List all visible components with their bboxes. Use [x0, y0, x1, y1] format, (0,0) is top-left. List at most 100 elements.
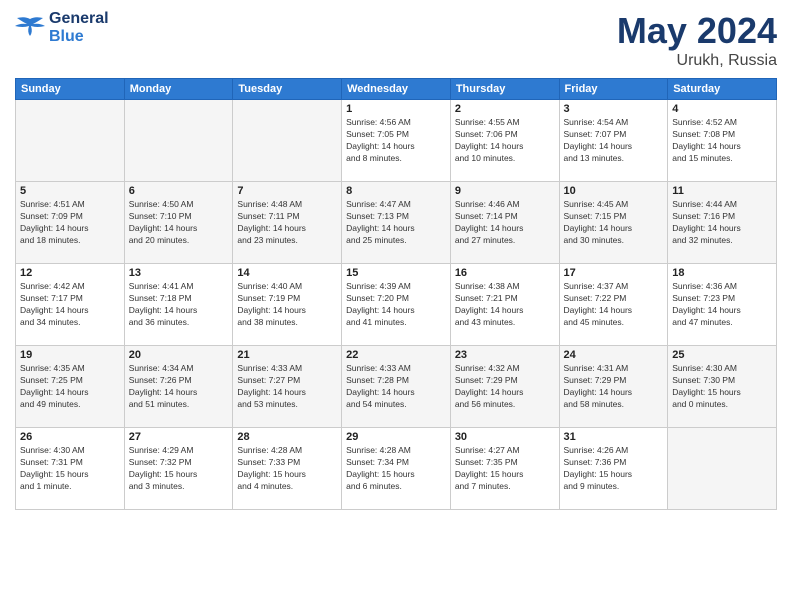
day-number: 1 — [346, 103, 446, 115]
day-number: 2 — [455, 103, 555, 115]
cell-info: Sunrise: 4:32 AM Sunset: 7:29 PM Dayligh… — [455, 363, 555, 411]
day-number: 24 — [564, 349, 664, 361]
cell-info: Sunrise: 4:39 AM Sunset: 7:20 PM Dayligh… — [346, 281, 446, 329]
calendar-cell: 9 Sunrise: 4:46 AM Sunset: 7:14 PM Daylig… — [450, 182, 559, 264]
day-number: 13 — [129, 267, 229, 279]
cell-info: Sunrise: 4:51 AM Sunset: 7:09 PM Dayligh… — [20, 199, 120, 247]
cell-info: Sunrise: 4:48 AM Sunset: 7:11 PM Dayligh… — [237, 199, 337, 247]
cell-info: Sunrise: 4:27 AM Sunset: 7:35 PM Dayligh… — [455, 445, 555, 493]
weekday-header: Thursday — [450, 79, 559, 100]
calendar-cell: 22Sunrise: 4:33 AM Sunset: 7:28 PM Dayli… — [342, 346, 451, 428]
cell-info: Sunrise: 4:31 AM Sunset: 7:29 PM Dayligh… — [564, 363, 664, 411]
page: General Blue May 2024 Urukh, Russia Sund… — [0, 0, 792, 612]
day-number: 19 — [20, 349, 120, 361]
day-number: 28 — [237, 431, 337, 443]
day-number: 10 — [564, 185, 664, 197]
calendar-cell: 11 Sunrise: 4:44 AM Sunset: 7:16 PM Dayli… — [668, 182, 777, 264]
cell-info: Sunrise: 4:54 AM Sunset: 7:07 PM Dayligh… — [564, 117, 664, 165]
day-number: 14 — [237, 267, 337, 279]
cell-info: Sunrise: 4:56 AM Sunset: 7:05 PM Dayligh… — [346, 117, 446, 165]
calendar-cell: 15 Sunrise: 4:39 AM Sunset: 7:20 PM Dayli… — [342, 264, 451, 346]
calendar-cell: 24 Sunrise: 4:31 AM Sunset: 7:29 PM Dayli… — [559, 346, 668, 428]
calendar-row: 1 Sunrise: 4:56 AM Sunset: 7:05 PM Daylig… — [16, 100, 777, 182]
calendar-header-row: SundayMondayTuesdayWednesdayThursdayFrid… — [16, 79, 777, 100]
calendar-cell: 26Sunrise: 4:30 AM Sunset: 7:31 PM Dayli… — [16, 428, 125, 510]
logo: General Blue — [15, 10, 109, 46]
calendar-table: SundayMondayTuesdayWednesdayThursdayFrid… — [15, 78, 777, 510]
weekday-header: Monday — [124, 79, 233, 100]
weekday-header: Sunday — [16, 79, 125, 100]
calendar-cell: 14 Sunrise: 4:40 AM Sunset: 7:19 PM Dayli… — [233, 264, 342, 346]
calendar-cell: 31 Sunrise: 4:26 AM Sunset: 7:36 PM Dayli… — [559, 428, 668, 510]
cell-info: Sunrise: 4:33 AM Sunset: 7:27 PM Dayligh… — [237, 363, 337, 411]
calendar-cell — [124, 100, 233, 182]
cell-info: Sunrise: 4:45 AM Sunset: 7:15 PM Dayligh… — [564, 199, 664, 247]
calendar-cell: 20 Sunrise: 4:34 AM Sunset: 7:26 PM Dayli… — [124, 346, 233, 428]
day-number: 23 — [455, 349, 555, 361]
weekday-header: Tuesday — [233, 79, 342, 100]
calendar-cell: 5 Sunrise: 4:51 AM Sunset: 7:09 PM Daylig… — [16, 182, 125, 264]
calendar-cell: 23 Sunrise: 4:32 AM Sunset: 7:29 PM Dayli… — [450, 346, 559, 428]
cell-info: Sunrise: 4:52 AM Sunset: 7:08 PM Dayligh… — [672, 117, 772, 165]
day-number: 30 — [455, 431, 555, 443]
calendar-cell: 28Sunrise: 4:28 AM Sunset: 7:33 PM Dayli… — [233, 428, 342, 510]
day-number: 26 — [20, 431, 120, 443]
cell-info: Sunrise: 4:42 AM Sunset: 7:17 PM Dayligh… — [20, 281, 120, 329]
cell-info: Sunrise: 4:46 AM Sunset: 7:14 PM Dayligh… — [455, 199, 555, 247]
logo-icon — [15, 14, 45, 42]
day-number: 15 — [346, 267, 446, 279]
calendar-cell: 3Sunrise: 4:54 AM Sunset: 7:07 PM Daylig… — [559, 100, 668, 182]
calendar-row: 5 Sunrise: 4:51 AM Sunset: 7:09 PM Daylig… — [16, 182, 777, 264]
day-number: 4 — [672, 103, 772, 115]
day-number: 7 — [237, 185, 337, 197]
calendar-cell: 16Sunrise: 4:38 AM Sunset: 7:21 PM Dayli… — [450, 264, 559, 346]
weekday-header: Friday — [559, 79, 668, 100]
cell-info: Sunrise: 4:40 AM Sunset: 7:19 PM Dayligh… — [237, 281, 337, 329]
day-number: 25 — [672, 349, 772, 361]
day-number: 6 — [129, 185, 229, 197]
calendar-cell: 29 Sunrise: 4:28 AM Sunset: 7:34 PM Dayli… — [342, 428, 451, 510]
cell-info: Sunrise: 4:50 AM Sunset: 7:10 PM Dayligh… — [129, 199, 229, 247]
calendar-cell: 21 Sunrise: 4:33 AM Sunset: 7:27 PM Dayli… — [233, 346, 342, 428]
cell-info: Sunrise: 4:55 AM Sunset: 7:06 PM Dayligh… — [455, 117, 555, 165]
day-number: 9 — [455, 185, 555, 197]
cell-info: Sunrise: 4:26 AM Sunset: 7:36 PM Dayligh… — [564, 445, 664, 493]
calendar-cell: 18Sunrise: 4:36 AM Sunset: 7:23 PM Dayli… — [668, 264, 777, 346]
day-number: 16 — [455, 267, 555, 279]
weekday-header: Wednesday — [342, 79, 451, 100]
day-number: 31 — [564, 431, 664, 443]
calendar-cell: 19 Sunrise: 4:35 AM Sunset: 7:25 PM Dayli… — [16, 346, 125, 428]
calendar-cell: 6 Sunrise: 4:50 AM Sunset: 7:10 PM Daylig… — [124, 182, 233, 264]
cell-info: Sunrise: 4:36 AM Sunset: 7:23 PM Dayligh… — [672, 281, 772, 329]
cell-info: Sunrise: 4:41 AM Sunset: 7:18 PM Dayligh… — [129, 281, 229, 329]
cell-info: Sunrise: 4:34 AM Sunset: 7:26 PM Dayligh… — [129, 363, 229, 411]
cell-info: Sunrise: 4:28 AM Sunset: 7:34 PM Dayligh… — [346, 445, 446, 493]
cell-info: Sunrise: 4:29 AM Sunset: 7:32 PM Dayligh… — [129, 445, 229, 493]
cell-info: Sunrise: 4:47 AM Sunset: 7:13 PM Dayligh… — [346, 199, 446, 247]
day-number: 11 — [672, 185, 772, 197]
calendar-cell: 10 Sunrise: 4:45 AM Sunset: 7:15 PM Dayli… — [559, 182, 668, 264]
day-number: 21 — [237, 349, 337, 361]
calendar-row: 12Sunrise: 4:42 AM Sunset: 7:17 PM Dayli… — [16, 264, 777, 346]
month-title: May 2024 — [617, 10, 777, 52]
day-number: 29 — [346, 431, 446, 443]
calendar-cell: 13 Sunrise: 4:41 AM Sunset: 7:18 PM Dayli… — [124, 264, 233, 346]
day-number: 5 — [20, 185, 120, 197]
day-number: 22 — [346, 349, 446, 361]
day-number: 8 — [346, 185, 446, 197]
calendar-cell: 30 Sunrise: 4:27 AM Sunset: 7:35 PM Dayli… — [450, 428, 559, 510]
cell-info: Sunrise: 4:44 AM Sunset: 7:16 PM Dayligh… — [672, 199, 772, 247]
calendar-cell: 8 Sunrise: 4:47 AM Sunset: 7:13 PM Daylig… — [342, 182, 451, 264]
calendar-cell: 27Sunrise: 4:29 AM Sunset: 7:32 PM Dayli… — [124, 428, 233, 510]
cell-info: Sunrise: 4:30 AM Sunset: 7:30 PM Dayligh… — [672, 363, 772, 411]
day-number: 17 — [564, 267, 664, 279]
calendar-cell: 2 Sunrise: 4:55 AM Sunset: 7:06 PM Daylig… — [450, 100, 559, 182]
calendar-cell: 7 Sunrise: 4:48 AM Sunset: 7:11 PM Daylig… — [233, 182, 342, 264]
day-number: 20 — [129, 349, 229, 361]
logo-text: General Blue — [49, 10, 109, 46]
calendar-row: 26Sunrise: 4:30 AM Sunset: 7:31 PM Dayli… — [16, 428, 777, 510]
calendar-cell: 1 Sunrise: 4:56 AM Sunset: 7:05 PM Daylig… — [342, 100, 451, 182]
calendar-cell: 17Sunrise: 4:37 AM Sunset: 7:22 PM Dayli… — [559, 264, 668, 346]
cell-info: Sunrise: 4:35 AM Sunset: 7:25 PM Dayligh… — [20, 363, 120, 411]
title-block: May 2024 Urukh, Russia — [617, 10, 777, 70]
